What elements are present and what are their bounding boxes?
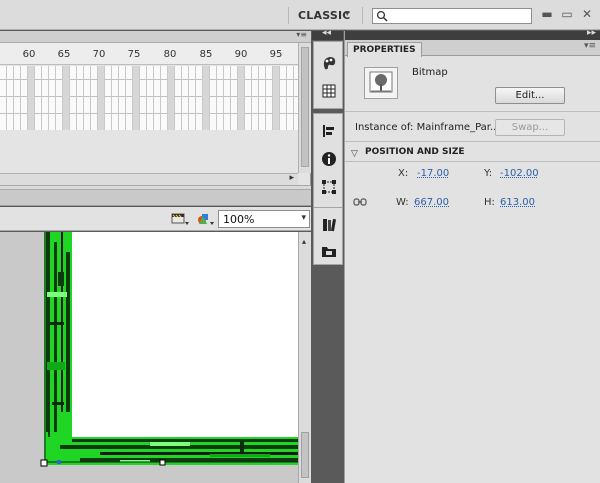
properties-tabbar: PROPERTIES ▾≡ [345,40,600,57]
lock-proportions-icon[interactable] [353,196,367,208]
info-icon[interactable] [320,150,338,168]
frame-marker [273,66,279,130]
divider [345,161,600,162]
dock-header[interactable]: ◂◂ [312,28,343,40]
dock-group [313,41,343,109]
edit-symbols-icon[interactable] [195,211,217,227]
workspace-switcher[interactable]: CLASSIC [298,9,351,22]
topbar-separator [362,7,363,24]
x-label: X: [398,168,409,179]
close-button[interactable]: ✕ [580,7,594,21]
frame-marker [238,66,244,130]
frame-marker [28,66,34,130]
color-swatch-icon[interactable] [320,54,338,72]
document-area [72,232,298,437]
frame-marker [203,66,209,130]
scrollbar-thumb[interactable] [301,47,309,167]
frame-marker [133,66,139,130]
panel-menu-icon[interactable]: ▾≡ [584,41,596,51]
search-input[interactable] [372,8,532,24]
transform-icon[interactable] [320,178,338,196]
stage-panel-header[interactable] [0,190,311,206]
ruler-number: 90 [234,49,248,60]
timeline-frames-grid[interactable] [0,66,298,130]
timeline-panel-header[interactable]: ▾≡ [0,30,311,43]
divider [345,111,600,112]
zoom-select[interactable]: 100% ▾ [218,210,310,228]
instance-label: Instance of: [355,122,414,133]
instance-name: Mainframe_Par... [416,122,500,133]
search-icon [376,10,388,22]
edit-button[interactable]: Edit... [495,87,565,104]
zoom-value: 100% [223,213,255,226]
stage-canvas[interactable] [0,232,298,483]
scrollbar-thumb[interactable] [301,432,309,478]
maximize-button[interactable]: ▭ [560,7,574,21]
library-books-icon[interactable] [320,216,338,234]
swap-button[interactable]: Swap... [495,119,565,136]
dock-group [313,113,343,211]
registration-point [57,460,61,464]
frame-marker [168,66,174,130]
tab-properties[interactable]: PROPERTIES [347,42,422,57]
properties-dock-header[interactable]: ▸▸ [345,28,600,40]
ruler-number: 95 [269,49,283,60]
timeline-horizontal-scrollbar[interactable]: ▸ [0,173,298,185]
minimize-button[interactable]: ▬ [540,7,554,21]
dock-group [313,207,343,265]
collapse-icon[interactable]: ◂◂ [322,28,331,38]
y-field[interactable]: -102.00 [500,168,539,179]
h-label: H: [484,197,495,208]
stage-toolbar: 100% ▾ [0,207,311,231]
timeline-vertical-scrollbar[interactable] [298,43,311,173]
panel-menu-icon[interactable]: ▾≡ [296,30,307,39]
instance-of-label: Instance of: Mainframe_Par... [355,122,500,133]
timeline-panel: ▾≡ 60 65 70 75 80 85 90 95 ▸ [0,30,311,185]
ruler-number: 75 [127,49,141,60]
divider [345,141,600,142]
ruler-number: 70 [92,49,106,60]
frame-marker [63,66,69,130]
selection-handle [159,459,166,466]
collapse-icon[interactable]: ▸▸ [587,28,596,38]
section-collapse-icon[interactable]: ▽ [351,149,358,159]
align-icon[interactable] [320,122,338,140]
w-label: W: [396,197,409,208]
symbol-thumbnail [364,67,398,99]
position-size-section-title[interactable]: POSITION AND SIZE [365,147,465,157]
edit-scene-icon[interactable] [170,211,192,227]
stage-vertical-scrollbar[interactable]: ▴ [298,232,311,483]
h-field[interactable]: 613.00 [500,197,535,208]
ruler-number: 85 [199,49,213,60]
app-topbar: CLASSIC ▾ ▬ ▭ ✕ [0,0,600,30]
scroll-up-icon[interactable]: ▴ [302,237,306,246]
ruler-number: 80 [163,49,177,60]
topbar-separator [288,7,289,24]
y-label: Y: [484,168,493,179]
stage-artwork [40,232,298,467]
selection-handle [40,459,48,467]
w-field[interactable]: 667.00 [414,197,449,208]
x-field[interactable]: -17.00 [417,168,449,179]
properties-panel: ▸▸ PROPERTIES ▾≡ Bitmap Edit... Instance… [344,28,600,483]
frame-marker [98,66,104,130]
project-icon[interactable] [320,242,338,260]
ruler-number: 60 [22,49,36,60]
bitmap-tree-icon [369,71,393,93]
ruler-number: 65 [57,49,71,60]
scroll-right-icon[interactable]: ▸ [289,173,294,183]
timeline-ruler[interactable]: 60 65 70 75 80 85 90 95 [0,43,298,65]
chevron-down-icon[interactable]: ▾ [345,9,350,19]
grid-icon[interactable] [320,82,338,100]
panel-icon-dock: ◂◂ [312,28,343,483]
chevron-down-icon[interactable]: ▾ [301,213,306,223]
symbol-type-label: Bitmap [412,67,448,78]
